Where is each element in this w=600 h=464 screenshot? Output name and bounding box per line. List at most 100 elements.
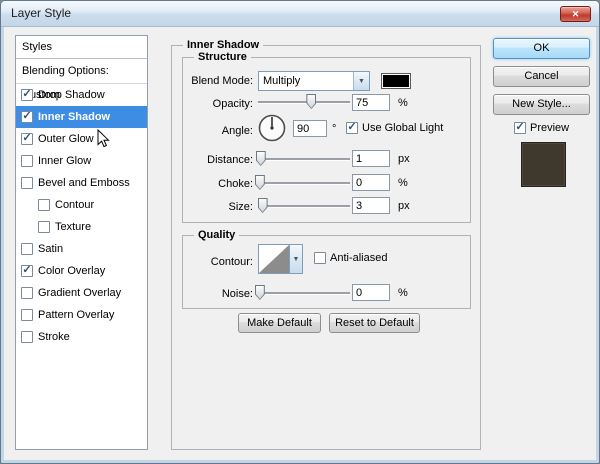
sidebar-item-gradient-overlay[interactable]: ✓ Gradient Overlay <box>16 282 147 304</box>
sidebar-item-satin[interactable]: ✓ Satin <box>16 238 147 260</box>
distance-unit: px <box>398 153 410 165</box>
opacity-input[interactable] <box>352 94 390 111</box>
size-input[interactable] <box>352 197 390 214</box>
noise-label: Noise: <box>171 288 253 300</box>
size-label: Size: <box>171 201 253 213</box>
sidebar-item-label: Satin <box>38 243 63 255</box>
contour-thumbnail-icon <box>259 245 289 273</box>
noise-input[interactable] <box>352 284 390 301</box>
checkbox[interactable]: ✓ <box>21 177 33 189</box>
check-icon: ✓ <box>22 111 31 122</box>
sidebar-item-label: Contour <box>55 199 94 211</box>
checkbox[interactable]: ✓ <box>21 331 33 343</box>
checkbox[interactable]: ✓ <box>21 155 33 167</box>
distance-input[interactable] <box>352 150 390 167</box>
check-icon: ✓ <box>22 265 31 276</box>
sidebar-item-label: Stroke <box>38 331 70 343</box>
sidebar-item-label: Pattern Overlay <box>38 309 114 321</box>
chevron-down-icon[interactable]: ▼ <box>353 72 369 90</box>
sidebar-item-label: Color Overlay <box>38 265 105 277</box>
close-icon: ✕ <box>572 9 580 19</box>
sidebar-item-label: Outer Glow <box>38 133 94 145</box>
checkbox[interactable]: ✓ <box>346 122 358 134</box>
sidebar-item-label: Bevel and Emboss <box>38 177 130 189</box>
sidebar-item-texture[interactable]: ✓ Texture <box>16 216 147 238</box>
ok-button[interactable]: OK <box>493 38 590 59</box>
chevron-down-icon: ▼ <box>293 256 300 263</box>
sidebar-item-stroke[interactable]: ✓ Stroke <box>16 326 147 348</box>
size-unit: px <box>398 200 410 212</box>
close-button[interactable]: ✕ <box>560 6 591 22</box>
sidebar-item-pattern-overlay[interactable]: ✓ Pattern Overlay <box>16 304 147 326</box>
noise-slider[interactable] <box>258 285 350 301</box>
slider-track[interactable] <box>258 182 350 184</box>
sidebar-item-bevel-and-emboss[interactable]: ✓ Bevel and Emboss <box>16 172 147 194</box>
sidebar-item-inner-shadow[interactable]: ✓ Inner Shadow <box>16 106 147 128</box>
sidebar-item-contour[interactable]: ✓ Contour <box>16 194 147 216</box>
checkbox[interactable]: ✓ <box>21 243 33 255</box>
checkbox[interactable]: ✓ <box>21 265 33 277</box>
structure-group-title: Structure <box>194 50 251 64</box>
cancel-button[interactable]: Cancel <box>493 66 590 87</box>
sidebar-item-blending-options[interactable]: Blending Options: Custom <box>16 59 147 84</box>
sidebar-item-label: Inner Shadow <box>38 111 110 123</box>
checkbox[interactable]: ✓ <box>21 133 33 145</box>
slider-thumb[interactable] <box>256 151 266 166</box>
checkbox[interactable]: ✓ <box>314 252 326 264</box>
contour-dropdown-button[interactable]: ▼ <box>290 244 303 274</box>
choke-unit: % <box>398 177 408 189</box>
angle-input[interactable] <box>293 120 327 137</box>
use-global-light-checkbox[interactable]: ✓ Use Global Light <box>346 122 443 134</box>
slider-track[interactable] <box>258 292 350 294</box>
contour-picker[interactable] <box>258 244 290 274</box>
blend-mode-select[interactable]: Multiply ▼ <box>258 71 370 91</box>
checkbox[interactable]: ✓ <box>21 287 33 299</box>
anti-aliased-label: Anti-aliased <box>330 252 387 264</box>
check-icon: ✓ <box>347 122 356 133</box>
checkbox[interactable]: ✓ <box>21 309 33 321</box>
opacity-slider[interactable] <box>258 94 350 110</box>
checkbox[interactable]: ✓ <box>38 221 50 233</box>
checkbox[interactable]: ✓ <box>21 111 33 123</box>
checkbox[interactable]: ✓ <box>21 89 33 101</box>
shadow-color-swatch[interactable] <box>381 73 411 89</box>
angle-label: Angle: <box>171 125 253 137</box>
sidebar-item-color-overlay[interactable]: ✓ Color Overlay <box>16 260 147 282</box>
sidebar-item-label: Drop Shadow <box>38 89 105 101</box>
distance-label: Distance: <box>171 154 253 166</box>
choke-slider[interactable] <box>258 175 350 191</box>
slider-track[interactable] <box>258 205 350 207</box>
blend-mode-label: Blend Mode: <box>171 75 253 87</box>
reset-to-default-button[interactable]: Reset to Default <box>329 313 420 333</box>
sidebar-item-label: Styles <box>22 41 52 53</box>
sidebar-item-inner-glow[interactable]: ✓ Inner Glow <box>16 150 147 172</box>
anti-aliased-checkbox[interactable]: ✓ Anti-aliased <box>314 252 387 264</box>
choke-label: Choke: <box>171 178 253 190</box>
preview-checkbox[interactable]: ✓ Preview <box>514 122 569 134</box>
sidebar-item-label: Gradient Overlay <box>38 287 121 299</box>
sidebar-item-outer-glow[interactable]: ✓ Outer Glow <box>16 128 147 150</box>
style-preview-swatch <box>521 142 566 187</box>
choke-input[interactable] <box>352 174 390 191</box>
check-icon: ✓ <box>22 133 31 144</box>
slider-thumb[interactable] <box>306 94 316 109</box>
layer-style-window: Layer Style ✕ Styles Blending Options: C… <box>0 0 600 464</box>
check-icon: ✓ <box>22 89 31 100</box>
distance-slider[interactable] <box>258 151 350 167</box>
opacity-unit: % <box>398 97 408 109</box>
slider-thumb[interactable] <box>258 198 268 213</box>
checkbox[interactable]: ✓ <box>514 122 526 134</box>
noise-unit: % <box>398 287 408 299</box>
slider-track[interactable] <box>258 101 350 103</box>
sidebar-item-label: Inner Glow <box>38 155 91 167</box>
make-default-button[interactable]: Make Default <box>238 313 321 333</box>
titlebar[interactable]: Layer Style ✕ <box>1 1 599 27</box>
new-style-button[interactable]: New Style... <box>493 94 590 115</box>
sidebar-item-label: Texture <box>55 221 91 233</box>
checkbox[interactable]: ✓ <box>38 199 50 211</box>
angle-unit: ° <box>332 123 336 135</box>
sidebar-item-styles[interactable]: Styles <box>16 36 147 59</box>
slider-track[interactable] <box>258 158 350 160</box>
size-slider[interactable] <box>258 198 350 214</box>
preview-label: Preview <box>530 122 569 134</box>
